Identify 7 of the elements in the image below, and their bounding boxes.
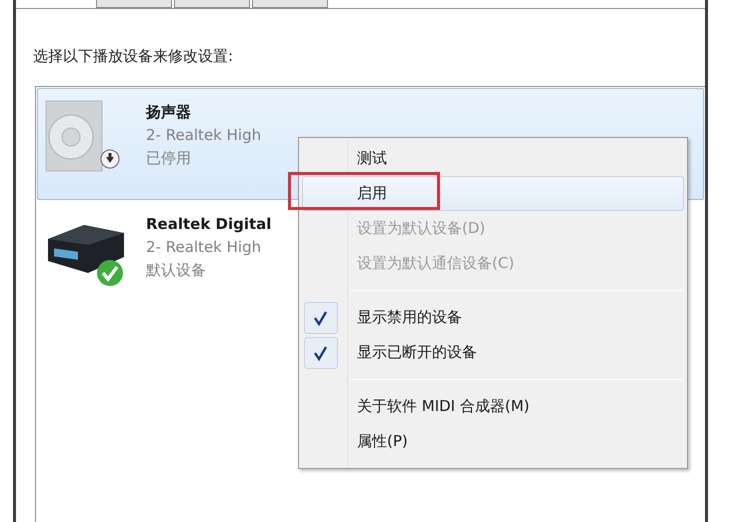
device-name: Realtek Digital [146,214,272,234]
status-text: 已停用 [146,148,191,168]
instruction-text: 选择以下播放设备来修改设置: [33,46,234,67]
driver-text: 2- Realtek High [146,236,262,258]
status-text: 默认设备 [146,260,206,280]
driver-text: 2- Realtek High [146,124,262,146]
device-name: 扬声器 [146,102,191,122]
